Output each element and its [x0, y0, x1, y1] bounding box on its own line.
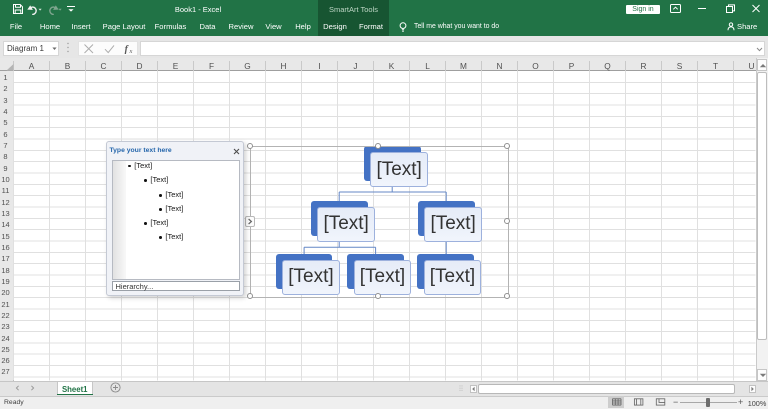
- svg-text:x: x: [129, 48, 133, 54]
